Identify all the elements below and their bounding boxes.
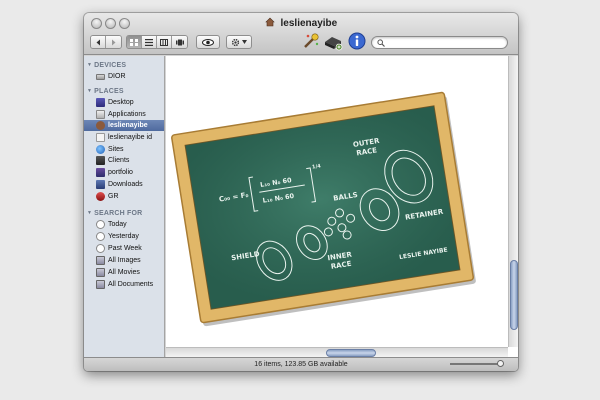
sidebar-section-devices[interactable]: ▼ DEVICES: [87, 62, 126, 69]
quick-look-button[interactable]: [196, 35, 220, 49]
sidebar-item-downloads[interactable]: Downloads: [84, 179, 164, 190]
sidebar-item-sites[interactable]: Sites: [84, 144, 164, 155]
downloads-icon: [96, 180, 105, 189]
desktop-icon: [96, 98, 105, 107]
forward-button[interactable]: [106, 36, 121, 48]
sidebar-item-today[interactable]: Today: [84, 219, 164, 230]
sidebar-section-places[interactable]: ▼ PLACES: [87, 88, 124, 95]
horizontal-scrollbar[interactable]: [166, 347, 508, 357]
sidebar-item-label: All Images: [108, 257, 141, 264]
sidebar-item-clients[interactable]: Clients: [84, 155, 164, 166]
sidebar-item-label: Downloads: [108, 181, 143, 188]
smart-folder-icon: [96, 280, 105, 289]
sidebar-item-label: Yesterday: [108, 233, 139, 240]
chevron-down-icon: [242, 40, 247, 44]
back-button[interactable]: [91, 36, 106, 48]
sidebar-section-search-for[interactable]: ▼ SEARCH FOR: [87, 210, 142, 217]
file-browser-content: C₀₀ = F₀ L₁₀ N₀ 60 L₁₀ N₀ 60 1/4 OUTER R…: [166, 56, 518, 357]
coverflow-view-button[interactable]: [172, 36, 187, 48]
column-view-button[interactable]: [157, 36, 172, 48]
clock-icon: [96, 232, 105, 241]
sidebar-item-dior[interactable]: DIOR: [84, 71, 164, 82]
portfolio-icon: [96, 168, 105, 177]
icon-size-slider-knob[interactable]: [497, 360, 504, 367]
finder-window: leslienayibe ▼ DEVICES DIOR ▼ PLACES Des…: [84, 13, 518, 371]
smart-folder-icon: [96, 256, 105, 265]
sidebar-item-label: leslienayibe: [108, 122, 148, 129]
forward-arrow-icon: [112, 39, 116, 45]
gear-icon: [231, 38, 240, 46]
status-bar: 16 items, 123.85 GB available: [84, 357, 518, 371]
sidebar-item-label: Today: [108, 221, 127, 228]
sidebar-item-label: GR: [108, 193, 119, 200]
sidebar-item-past-week[interactable]: Past Week: [84, 243, 164, 254]
vertical-scrollbar[interactable]: [508, 56, 518, 347]
status-text: 16 items, 123.85 GB available: [254, 361, 348, 368]
sidebar-item-gr[interactable]: GR: [84, 191, 164, 202]
document-icon: [96, 133, 105, 142]
horizontal-scroll-thumb[interactable]: [326, 349, 376, 357]
sidebar-item-label: DIOR: [108, 73, 126, 80]
icon-size-slider[interactable]: [450, 363, 500, 365]
view-mode-control: [126, 35, 188, 49]
action-menu-button[interactable]: [226, 35, 252, 49]
get-info-button[interactable]: [348, 32, 366, 50]
sidebar-item-all-movies[interactable]: All Movies: [84, 267, 164, 278]
chalkboard-artwork: C₀₀ = F₀ L₁₀ N₀ 60 L₁₀ N₀ 60 1/4 OUTER R…: [171, 91, 476, 327]
eye-icon: [202, 38, 214, 46]
sidebar-item-label: Applications: [108, 111, 146, 118]
clients-icon: [96, 156, 105, 165]
hard-drive-icon: [325, 37, 343, 51]
list-view-button[interactable]: [142, 36, 157, 48]
sidebar-item-applications[interactable]: Applications: [84, 109, 164, 120]
applications-icon: [96, 110, 105, 119]
info-icon: [348, 32, 366, 50]
sidebar-item-label: leslienayibe id: [108, 134, 152, 141]
window-title: leslienayibe: [84, 17, 518, 29]
sidebar-item-leslienayibe[interactable]: leslienayibe: [84, 120, 164, 131]
sidebar-item-leslienayibe-id[interactable]: leslienayibe id: [84, 132, 164, 143]
home-icon: [96, 121, 105, 130]
sidebar-item-label: Sites: [108, 146, 124, 153]
icon-view-button[interactable]: [127, 36, 142, 48]
home-icon: [265, 17, 275, 27]
toolbar-drive-icon[interactable]: [323, 33, 343, 51]
clock-icon: [96, 220, 105, 229]
wand-icon: [304, 33, 319, 48]
smart-folder-icon: [96, 268, 105, 277]
sidebar-item-all-images[interactable]: All Images: [84, 255, 164, 266]
vertical-scroll-thumb[interactable]: [510, 260, 518, 330]
clock-icon: [96, 244, 105, 253]
sites-icon: [96, 145, 105, 154]
back-forward-control: [90, 35, 122, 49]
list-icon: [145, 38, 153, 46]
search-input[interactable]: [371, 36, 508, 49]
sidebar-item-label: Desktop: [108, 99, 134, 106]
sidebar-item-portfolio[interactable]: portfolio: [84, 167, 164, 178]
sidebar-item-label: portfolio: [108, 169, 133, 176]
back-arrow-icon: [96, 39, 100, 45]
search-icon: [377, 39, 385, 47]
sidebar-item-label: Clients: [108, 157, 130, 164]
sidebar-item-desktop[interactable]: Desktop: [84, 97, 164, 108]
sidebar-item-label: Past Week: [108, 245, 142, 252]
grid-icon: [130, 38, 138, 46]
columns-icon: [160, 38, 168, 46]
coverflow-icon: [175, 39, 184, 45]
sidebar-item-label: All Documents: [108, 281, 154, 288]
toolbar-tool-icon[interactable]: [302, 32, 320, 50]
sidebar-item-all-documents[interactable]: All Documents: [84, 279, 164, 290]
gr-icon: [96, 192, 105, 201]
drive-icon: [96, 73, 105, 80]
sidebar-item-yesterday[interactable]: Yesterday: [84, 231, 164, 242]
window-toolbar: leslienayibe: [84, 13, 518, 55]
sidebar-item-label: All Movies: [108, 269, 140, 276]
sidebar: ▼ DEVICES DIOR ▼ PLACES Desktop Applicatio…: [84, 56, 165, 357]
window-title-text: leslienayibe: [280, 18, 338, 29]
